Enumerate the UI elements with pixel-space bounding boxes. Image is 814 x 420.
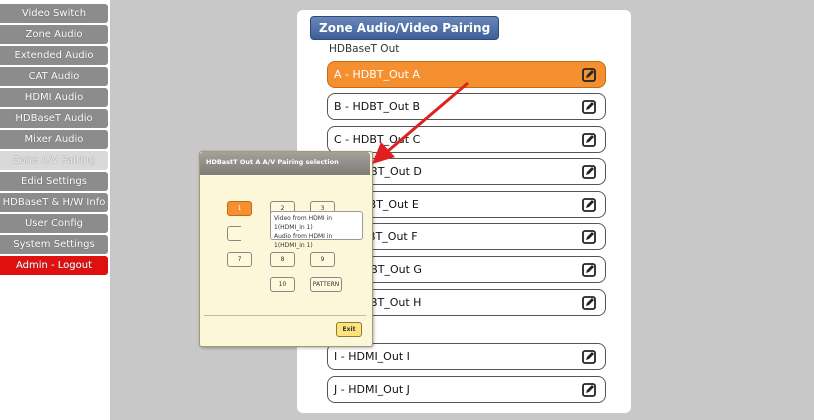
sidebar-item-edid-settings[interactable]: Edid Settings [0,172,108,191]
input-button-8[interactable]: 8 [270,252,295,267]
input-button-pattern[interactable]: PATTERN [310,277,342,292]
output-label: I - HDMI_Out I [334,350,410,363]
edit-icon[interactable] [582,296,596,310]
sidebar-item-hdmi-audio[interactable]: HDMI Audio [0,88,108,107]
output-label: J - HDMI_Out J [334,383,410,396]
edit-icon[interactable] [582,383,596,397]
output-label: A - HDBT_Out A [334,68,420,81]
edit-icon[interactable] [582,68,596,82]
tooltip-audio: Audio from HDMI in 1(HDMI_in 1) [274,233,333,249]
input-button-9[interactable]: 9 [310,252,335,267]
popup-divider [204,315,366,316]
exit-button[interactable]: Exit [336,322,362,337]
edit-icon[interactable] [582,165,596,179]
sidebar-item-hdbaset-audio[interactable]: HDBaseT Audio [0,109,108,128]
sidebar-item-mixer-audio[interactable]: Mixer Audio [0,130,108,149]
page-title: Zone Audio/Video Pairing [310,16,500,40]
input-tooltip: Video from HDMI in 1(HDMI_in 1) Audio fr… [270,211,363,249]
output-label: B - HDBT_Out B [334,100,421,113]
output-button-j[interactable]: J - HDMI_Out J [327,376,606,403]
sidebar-item-logout[interactable]: Admin - Logout [0,256,108,275]
edit-icon[interactable] [582,350,596,364]
output-label: C - HDBT_Out C [334,133,421,146]
sidebar-item-hw-info[interactable]: HDBaseT & H/W Info [0,193,108,212]
popup-title: HDBastT Out A A/V Pairing selection [206,158,339,166]
sidebar-item-zone-audio[interactable]: Zone Audio [0,25,108,44]
output-button-b[interactable]: B - HDBT_Out B [327,93,606,120]
edit-icon[interactable] [582,133,596,147]
input-button-7[interactable]: 7 [227,252,252,267]
edit-icon[interactable] [582,198,596,212]
sidebar-item-user-config[interactable]: User Config [0,214,108,233]
sidebar-item-cat-audio[interactable]: CAT Audio [0,67,108,86]
input-button-1[interactable]: 1 [227,201,252,216]
sidebar: Video Switch Zone Audio Extended Audio C… [0,0,110,420]
output-button-i[interactable]: I - HDMI_Out I [327,343,606,370]
sidebar-item-extended-audio[interactable]: Extended Audio [0,46,108,65]
input-button-10[interactable]: 10 [270,277,295,292]
sidebar-item-system-settings[interactable]: System Settings [0,235,108,254]
popup-header: HDBastT Out A A/V Pairing selection [200,152,370,175]
output-button-a[interactable]: A - HDBT_Out A [327,61,606,88]
section-label-hdbaset: HDBaseT Out [329,43,400,55]
edit-icon[interactable] [582,100,596,114]
output-button-c[interactable]: C - HDBT_Out C [327,126,606,153]
edit-icon[interactable] [582,263,596,277]
sidebar-item-video-switch[interactable]: Video Switch [0,4,108,23]
tooltip-video: Video from HDMI in 1(HDMI_in 1) [274,215,333,231]
sidebar-item-zone-av-pairing[interactable]: Zone A/V Pairing [0,151,108,170]
input-button-4[interactable] [227,226,241,241]
edit-icon[interactable] [582,230,596,244]
